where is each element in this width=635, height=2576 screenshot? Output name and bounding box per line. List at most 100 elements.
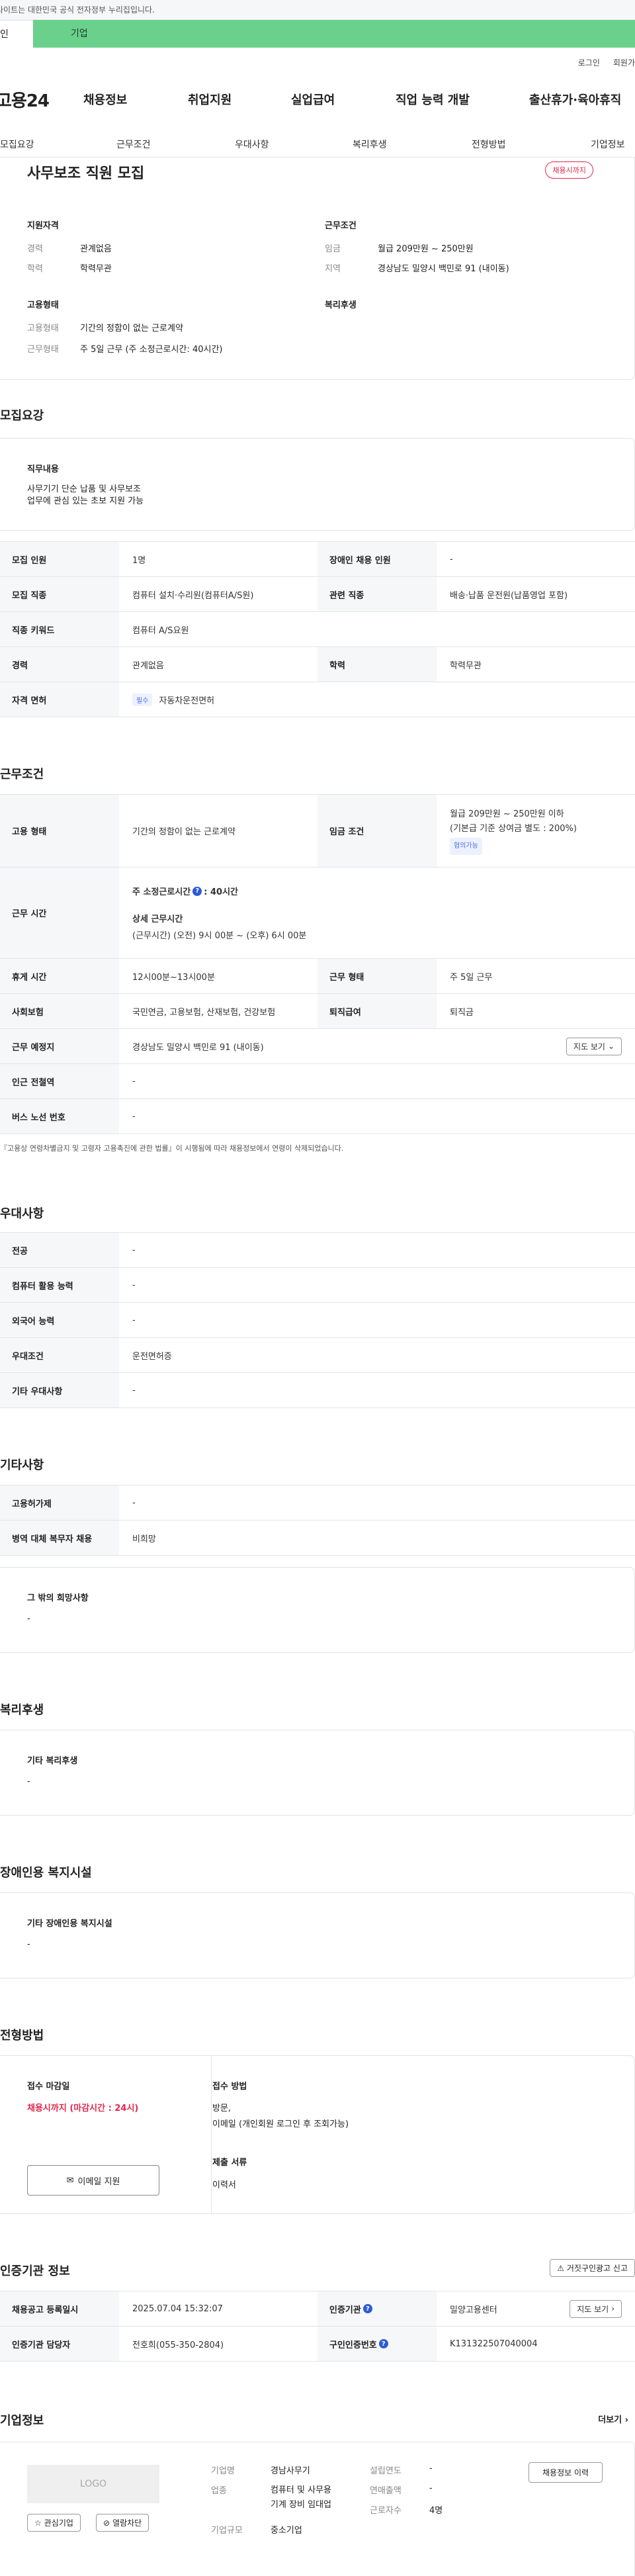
- company-name-value: 경남사무기: [271, 2466, 310, 2476]
- agency-heading: 인증기관 정보: [0, 2264, 70, 2278]
- service-tab-personal[interactable]: 인: [0, 20, 33, 48]
- gov-notice-bar: 사이트는 대한민국 공식 전자정부 누리집입니다.: [0, 0, 635, 20]
- td-reg-date: 2025.07.04 15:32:07: [132, 2303, 223, 2314]
- work-form-label: 근무형태: [27, 345, 59, 355]
- company-more-label: 더보기: [598, 2415, 622, 2425]
- th-related-job: 관련 직종: [318, 577, 437, 611]
- sales-label: 연매출액: [370, 2486, 402, 2496]
- td-career: 관계없음: [132, 660, 164, 671]
- recruit-history-button[interactable]: 채용정보 이력: [529, 2462, 603, 2483]
- gov-notice-text: 사이트는 대한민국 공식 전자정부 누리집입니다.: [0, 5, 155, 15]
- th-work-form: 근무 형태: [318, 959, 437, 993]
- service-tab-company[interactable]: 기업: [33, 20, 635, 48]
- qualification-title: 지원자격: [27, 221, 59, 231]
- table-row: 우대조건 운전면허증: [0, 1338, 635, 1373]
- duty-title: 직무내용: [27, 465, 59, 474]
- industry-line: 기계 장비 임대업: [271, 2500, 331, 2510]
- other-wishes-title: 그 밖의 희망사항: [27, 1593, 89, 1603]
- work-place-value: 경상남도 밀양시 백민로 91 (내이동): [132, 1042, 264, 1053]
- table-row: 외국어 능력 -: [0, 1303, 635, 1338]
- edu-value: 학력무관: [80, 264, 112, 274]
- employees-value: 4명: [429, 2506, 443, 2516]
- gnb-item-vocational-training[interactable]: 직업 능력 개발: [396, 91, 470, 108]
- td-related-job: 배송·납품 운전원(납품영업 포함): [450, 590, 568, 601]
- th-severance: 퇴직급여: [318, 994, 437, 1028]
- td-disabled-count: -: [450, 554, 453, 564]
- global-nav: 고용24 채용정보 취업지원 실업급여 직업 능력 개발 출산휴가·육아휴직: [0, 79, 635, 119]
- method-title: 접수 방법: [212, 2082, 247, 2092]
- age-footnote: 『고용상 연령차별금지 및 고령자 고용촉진에 관한 법률』이 시행됨에 따라 …: [0, 1144, 344, 1153]
- disability-card: 기타 장애인용 복지시설 -: [0, 1892, 635, 1978]
- status-badge: 채용시까지: [545, 161, 593, 179]
- th-work-permit: 고용허가제: [0, 1486, 119, 1520]
- tab-preferences[interactable]: 우대사항: [235, 138, 269, 151]
- mail-icon: ✉: [66, 2175, 74, 2186]
- td-cert-no: K131322507040004: [450, 2338, 538, 2349]
- table-row: 채용공고 등록일시 2025.07.04 15:32:07 인증기관? 밀양고용…: [0, 2291, 635, 2327]
- tab-conditions[interactable]: 근무조건: [116, 138, 151, 151]
- td-education: 학력무관: [450, 660, 482, 671]
- gnb-item-parental-leave[interactable]: 출산휴가·육아휴직: [529, 91, 621, 108]
- detail-hours-value: (근무시간) (오전) 9시 00분 ~ (오후) 6시 00분: [132, 931, 307, 941]
- th-computer-skill: 컴퓨터 활용 능력: [0, 1268, 119, 1302]
- duty-card: 직무내용 사무기기 단순 납품 및 사무보조 업무에 관심 있는 초보 지원 가…: [0, 438, 635, 531]
- td-work-hours: 주 소정근로시간 ? : 40시간 상세 근무시간 (근무시간) (오전) 9시…: [119, 867, 635, 958]
- favorite-company-button[interactable]: ☆ 관심기업: [27, 2514, 81, 2532]
- block-view-button[interactable]: ⊘ 열람차단: [96, 2514, 149, 2532]
- td-insurance: 국민연금, 고용보험, 산재보험, 건강보험: [132, 1007, 276, 1018]
- table-row: 인증기관 담당자 전호희(055-350-2804) 구인인증번호? K1313…: [0, 2327, 635, 2362]
- selection-heading: 전형방법: [0, 2029, 44, 2043]
- th-career: 경력: [0, 647, 119, 682]
- td-work-place: 경상남도 밀양시 백민로 91 (내이동) 지도 보기 ⌄: [119, 1029, 635, 1063]
- table-row: 사회보험 국민연금, 고용보험, 산재보험, 건강보험 퇴직급여 퇴직금: [0, 994, 635, 1029]
- region-label: 지역: [325, 264, 341, 274]
- info-icon[interactable]: ?: [378, 2339, 388, 2348]
- gnb-item-employment-support[interactable]: 취업지원: [188, 91, 232, 108]
- gnb-item-unemployment-benefit[interactable]: 실업급여: [291, 91, 335, 108]
- td-other-preference: -: [132, 1385, 136, 1396]
- block-icon: ⊘: [103, 2518, 110, 2528]
- email-apply-button[interactable]: ✉ 이메일 지원: [27, 2165, 159, 2196]
- info-icon[interactable]: ?: [362, 2304, 372, 2313]
- td-job-keyword: 컴퓨터 A/S요원: [132, 625, 189, 636]
- th-major: 전공: [0, 1233, 119, 1267]
- company-size-label: 기업규모: [211, 2526, 243, 2536]
- table-row: 근무 예정지 경상남도 밀양시 백민로 91 (내이동) 지도 보기 ⌄: [0, 1029, 635, 1064]
- employ-type-label: 고용형태: [27, 324, 59, 333]
- td-work-permit: -: [132, 1497, 136, 1508]
- td-computer-skill: -: [132, 1280, 136, 1290]
- cert-no-label: 구인인증번호: [329, 2340, 377, 2350]
- th-work-place: 근무 예정지: [0, 1029, 119, 1063]
- cert-org-map-button[interactable]: 지도 보기 ›: [570, 2299, 622, 2318]
- th-cert-no: 구인인증번호?: [318, 2327, 437, 2361]
- login-link[interactable]: 로그인: [578, 57, 600, 68]
- th-job-keyword: 직종 키워드: [0, 612, 119, 646]
- tab-welfare[interactable]: 복리후생: [353, 138, 387, 151]
- signup-link[interactable]: 회원가: [613, 57, 635, 68]
- info-icon[interactable]: ?: [192, 886, 202, 896]
- gnb-item-jobs[interactable]: 채용정보: [83, 91, 127, 108]
- founded-value: -: [429, 2464, 433, 2473]
- welfare-box-title: 기타 복리후생: [27, 1756, 78, 1766]
- utility-links: 로그인 회원가: [578, 57, 635, 68]
- welfare-heading: 복리후생: [0, 1703, 44, 1717]
- report-fake-ad-button[interactable]: ⚠ 거짓구인광고 신고: [550, 2259, 635, 2277]
- license-value: 자동차운전면허: [159, 695, 215, 706]
- employees-label: 근로자수: [370, 2506, 402, 2516]
- company-logo: LOGO: [27, 2465, 159, 2503]
- chevron-down-icon: ⌄: [607, 1042, 614, 1051]
- etc-table: 고용허가제 - 병역 대체 복무자 채용 비희망: [0, 1485, 635, 1556]
- site-logo[interactable]: 고용24: [0, 87, 81, 112]
- map-view-button[interactable]: 지도 보기 ⌄: [566, 1037, 622, 1055]
- company-more-link[interactable]: 더보기 ›: [598, 2413, 628, 2425]
- table-row: 근무 시간 주 소정근로시간 ? : 40시간 상세 근무시간 (근무시간) (…: [0, 867, 635, 959]
- welfare-box-value: -: [27, 1777, 30, 1787]
- preferences-table: 전공 - 컴퓨터 활용 능력 - 외국어 능력 - 우대조건 운전면허증 기타 우대사항…: [0, 1232, 635, 1408]
- tab-selection[interactable]: 전형방법: [472, 138, 506, 151]
- detail-hours-title: 상세 근무시간: [132, 914, 183, 924]
- td-subway: -: [132, 1076, 136, 1087]
- required-badge: 필수: [132, 693, 153, 706]
- tab-company[interactable]: 기업정보: [591, 138, 625, 151]
- table-row: 고용 형태 기간의 정함이 없는 근로계약 임금 조건 월급 209만원 ~ 2…: [0, 795, 635, 867]
- tab-recruit[interactable]: 모집요강: [0, 138, 34, 151]
